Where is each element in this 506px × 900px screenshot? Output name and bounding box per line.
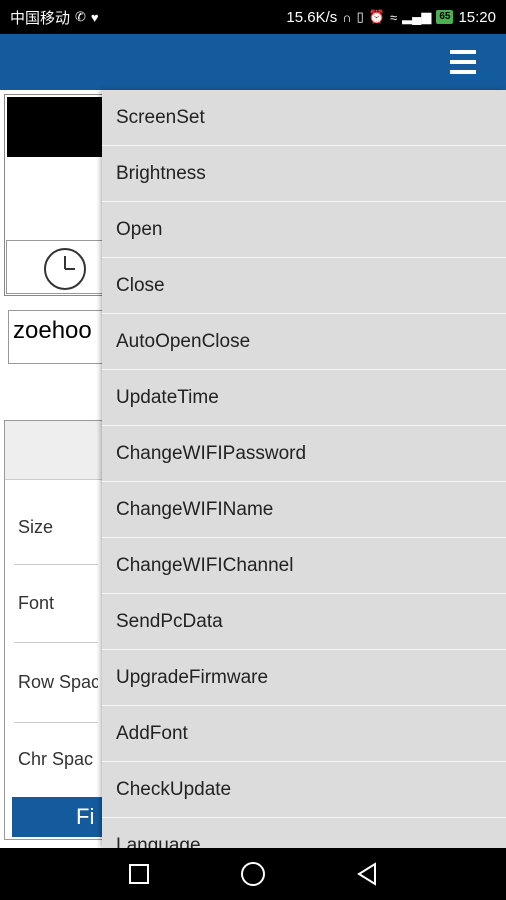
alarm-icon: ⏰ [368,9,385,24]
finish-button[interactable]: Fi [12,797,102,837]
headset-icon: ∩ [342,9,352,25]
app-bar [0,34,506,90]
finish-label: Fi [76,804,95,829]
size-row[interactable]: Size [14,490,98,564]
menu-item-update-time[interactable]: UpdateTime [102,370,506,426]
battery-icon: 65 [436,10,454,24]
status-left: 中国移动 ✆ ♥ [10,7,99,28]
triangle-back-icon [357,862,376,886]
menu-item-add-font[interactable]: AddFont [102,706,506,762]
menu-item-brightness[interactable]: Brightness [102,146,506,202]
preview-display [7,97,103,157]
wifi-icon: ≈ [389,9,398,25]
size-label: Size [18,516,54,537]
overflow-menu: ScreenSet Brightness Open Close AutoOpen… [102,90,506,848]
menu-item-change-wifi-name[interactable]: ChangeWIFIName [102,482,506,538]
menu-item-language[interactable]: Language [102,818,506,849]
menu-item-send-pc-data[interactable]: SendPcData [102,594,506,650]
clock-icon [44,248,86,290]
menu-item-check-update[interactable]: CheckUpdate [102,762,506,818]
navigation-bar [0,848,506,900]
menu-item-change-wifi-channel[interactable]: ChangeWIFIChannel [102,538,506,594]
vibrate-icon: ▯ [356,9,364,24]
row-spacing-label: Row Spac [18,672,98,692]
menu-item-auto-open-close[interactable]: AutoOpenClose [102,314,506,370]
usb-icon: ✆ [75,9,86,24]
back-button[interactable] [349,856,385,892]
menu-item-change-wifi-password[interactable]: ChangeWIFIPassword [102,426,506,482]
clock-time: 15:20 [458,8,496,26]
time-button[interactable] [6,240,102,294]
heart-icon: ♥ [90,9,99,25]
menu-item-screenset[interactable]: ScreenSet [102,90,506,146]
recents-button[interactable] [121,856,157,892]
status-right: 15.6K/s ∩ ▯ ⏰ ≈ ▂▄▆ 65 15:20 [286,9,496,26]
menu-item-upgrade-firmware[interactable]: UpgradeFirmware [102,650,506,706]
menu-item-open[interactable]: Open [102,202,506,258]
status-bar: 中国移动 ✆ ♥ 15.6K/s ∩ ▯ ⏰ ≈ ▂▄▆ 65 15:20 [0,0,506,34]
display-text-input[interactable]: zoehoo [8,310,102,364]
char-spacing-row[interactable]: Chr Spac [14,722,98,796]
font-label: Font [18,593,55,613]
signal-icon: ▂▄▆ [402,9,432,24]
carrier-label: 中国移动 [10,9,71,27]
settings-panel-header [5,421,102,480]
menu-item-close[interactable]: Close [102,258,506,314]
row-spacing-row[interactable]: Row Spac [14,642,98,722]
char-spacing-label: Chr Spac [18,749,94,769]
font-row[interactable]: Font [14,564,98,642]
circle-icon [241,862,265,886]
network-speed: 15.6K/s [286,8,338,26]
hamburger-menu-icon[interactable] [450,50,476,74]
square-icon [129,864,149,884]
home-button[interactable] [235,856,271,892]
